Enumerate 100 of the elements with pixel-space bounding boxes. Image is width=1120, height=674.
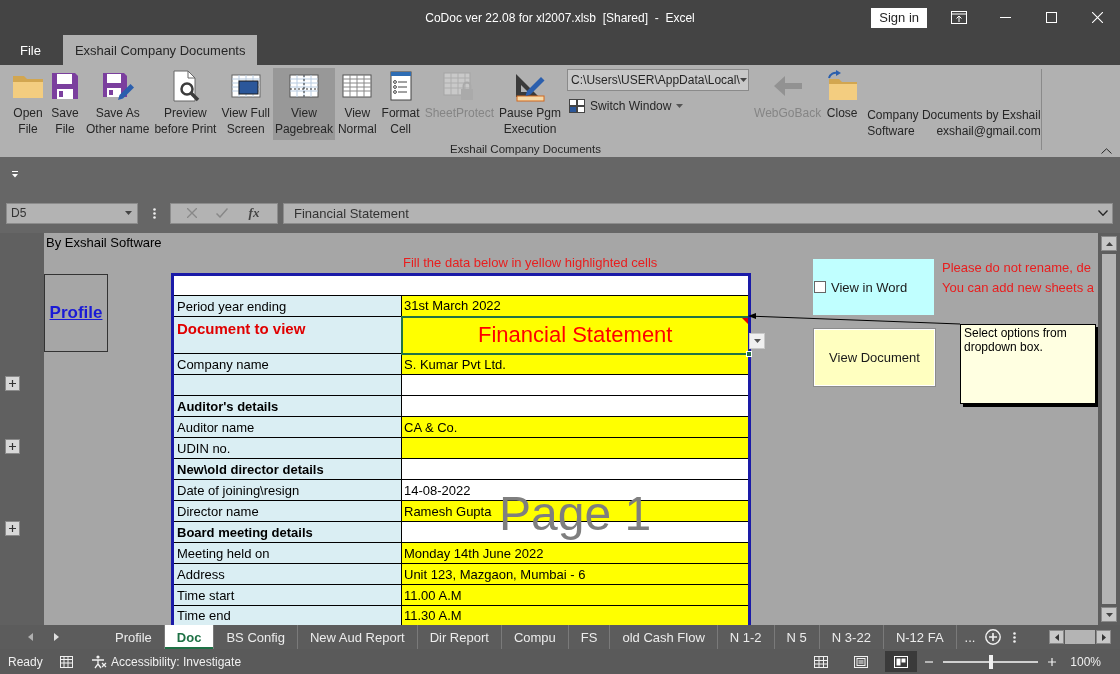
plus-icon (9, 380, 16, 387)
formula-input[interactable]: Financial Statement (283, 202, 1113, 224)
ribbon-button[interactable]: View Pagebreak (272, 68, 335, 140)
zoom-out-icon[interactable] (925, 660, 934, 663)
windows-icon (569, 99, 586, 113)
ribbon-button[interactable]: View Normal (335, 68, 379, 140)
customize-toolbar-icon[interactable] (11, 171, 19, 178)
value-cell[interactable] (401, 458, 750, 480)
ribbon-button[interactable]: Close (824, 68, 861, 140)
expand-group-button[interactable] (5, 439, 20, 454)
label-cell: Period year ending (172, 295, 402, 317)
view-document-button[interactable]: View Document (813, 328, 936, 387)
zoom-thumb[interactable] (988, 654, 993, 669)
notice-text: Please do not rename, de (942, 259, 1091, 277)
label-cell: New\old director details (172, 458, 402, 480)
ribbon-button[interactable]: Save As Other name (84, 68, 152, 140)
ribbon-tab[interactable]: Exshail Company Documents (62, 35, 258, 65)
path-dropdown[interactable]: C:\Users\USER\AppData\Local\ (567, 69, 750, 91)
page-icon (854, 655, 869, 668)
sheet-header-text: By Exshail Software (45, 234, 162, 252)
status-text: Ready (8, 654, 44, 669)
accessibility-button[interactable]: Accessibility: Investigate (91, 654, 242, 669)
value-cell[interactable]: Monday 14th June 2022 (401, 542, 750, 564)
value-cell[interactable]: Financial Statement (401, 316, 750, 354)
check-icon[interactable] (215, 208, 228, 218)
ribbon-button[interactable]: Pause Pgm Execution (497, 68, 564, 140)
label-cell: Document to view (172, 316, 402, 354)
collapse-ribbon-button[interactable] (1101, 148, 1112, 154)
right-triangle-icon[interactable] (54, 633, 59, 641)
fill-handle[interactable] (746, 350, 752, 357)
value-cell[interactable]: S. Kumar Pvt Ltd. (401, 353, 750, 375)
label-cell: Company name (172, 353, 402, 375)
ribbon-display-icon (951, 11, 967, 24)
label-cell: Meeting held on (172, 542, 402, 564)
scroll-thumb[interactable] (1065, 630, 1095, 644)
label-cell: Auditor's details (172, 395, 402, 417)
ribbon-button[interactable]: Save File (47, 68, 83, 140)
value-cell[interactable] (401, 374, 750, 396)
close-icon (1091, 12, 1103, 23)
zoom-in-icon[interactable] (1048, 657, 1057, 666)
ribbon-button[interactable]: Preview before Print (152, 68, 219, 140)
minimize-icon (999, 17, 1011, 18)
page-break-icon (894, 655, 909, 668)
caret-icon (753, 339, 761, 343)
expand-group-button[interactable] (5, 376, 20, 391)
instruction-text: Fill the data below in yellow highlighted cells (402, 254, 658, 272)
profile-link[interactable]: Profile (44, 274, 108, 352)
left-triangle-icon (1054, 633, 1059, 641)
vertical-dots-icon[interactable] (1013, 631, 1017, 643)
ribbon-button[interactable]: Format Cell (379, 68, 422, 140)
caret-icon (739, 78, 747, 82)
scroll-right-button[interactable] (1096, 630, 1111, 644)
label-cell: Time start (172, 584, 402, 606)
maximize-icon (1045, 12, 1057, 23)
label-cell: Time end (172, 605, 402, 625)
more-tabs-button[interactable]: ... (962, 625, 978, 649)
ribbon-button[interactable]: Open File (10, 68, 46, 140)
ribbon-tab[interactable]: File (8, 35, 53, 65)
caret-icon (676, 104, 684, 108)
floppy-disk-pencil-icon (101, 70, 134, 102)
checkbox-icon[interactable] (814, 281, 826, 293)
value-cell[interactable]: 31st March 2022 (401, 295, 750, 317)
value-cell[interactable] (401, 395, 750, 417)
value-cell[interactable]: 11.00 A.M (401, 584, 750, 606)
plus-icon (9, 525, 16, 532)
folder-arrow-icon (826, 70, 859, 102)
view-mode-button[interactable] (885, 651, 918, 672)
value-cell[interactable]: CA & Co. (401, 416, 750, 438)
name-box[interactable]: D5 (6, 202, 138, 224)
group-label: Exshail Company Documents (450, 142, 601, 156)
switch-window-button[interactable]: Switch Window (567, 97, 686, 115)
grid-icon (814, 655, 829, 668)
sign-in-button[interactable]: Sign in (871, 7, 927, 28)
insert-function-button[interactable]: fx (246, 205, 262, 221)
label-cell: UDIN no. (172, 437, 402, 459)
scroll-thumb[interactable] (1102, 254, 1116, 604)
expand-group-button[interactable] (5, 521, 20, 536)
chevron-down-icon[interactable] (1098, 210, 1108, 216)
vertical-dots-icon[interactable] (152, 207, 156, 219)
up-triangle-icon (1105, 241, 1113, 246)
scroll-left-button[interactable] (1049, 630, 1064, 644)
sheet-tab[interactable]: Doc (164, 625, 215, 649)
email-text: exshail@gmail.com (936, 123, 1041, 139)
notice-text: You can add new sheets a (942, 279, 1095, 297)
view-in-word-checkbox[interactable]: View in Word (813, 279, 908, 295)
accessibility-icon (91, 654, 107, 669)
left-triangle-icon[interactable] (28, 633, 33, 641)
scroll-down-button[interactable] (1101, 607, 1117, 622)
value-cell[interactable]: Unit 123, Mazgaon, Mumbai - 6 (401, 563, 750, 585)
ribbon-button[interactable]: View Full Screen (219, 68, 272, 140)
value-cell[interactable] (401, 437, 750, 459)
zoom-level-button[interactable]: 100% (1070, 654, 1101, 669)
scroll-up-button[interactable] (1101, 236, 1117, 251)
plus-icon (9, 443, 16, 450)
credit-text: Software (867, 123, 915, 139)
label-cell: Address (172, 563, 402, 585)
macro-record-icon[interactable] (60, 655, 73, 668)
add-sheet-icon[interactable] (985, 629, 1002, 645)
cell-dropdown-button[interactable] (749, 333, 765, 349)
window-title: CoDoc ver 22.08 for xl2007.xlsb [Shared] - Excel (425, 10, 695, 25)
